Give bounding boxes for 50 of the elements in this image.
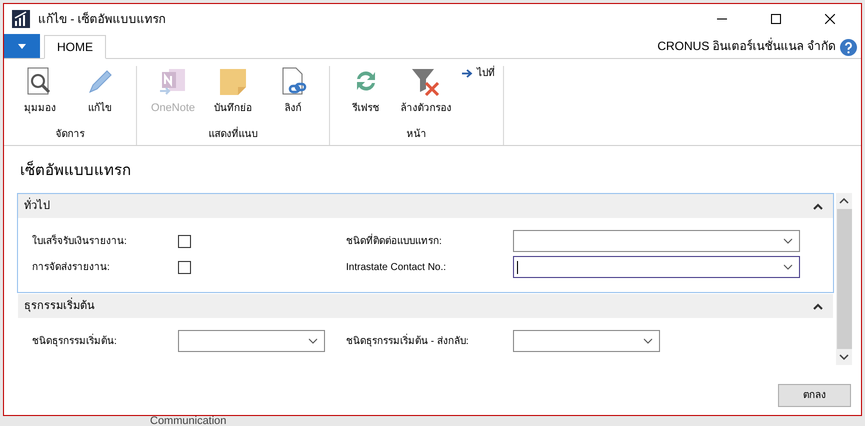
goto-button[interactable]: ไปที่ — [462, 66, 495, 80]
ribbon-group-label: หน้า — [406, 128, 426, 142]
window-title: แก้ไข - เซ็ตอัพแบบแทรก — [38, 10, 167, 28]
scrollbar[interactable] — [836, 193, 852, 365]
checkbox[interactable] — [178, 234, 191, 248]
checkbox[interactable] — [178, 260, 191, 274]
chevron-down-icon — [783, 238, 793, 244]
section-header[interactable]: ธุรกรรมเริ่มต้น — [18, 294, 833, 318]
field-label: ชนิดที่ติดต่อแบบแทรก: — [346, 234, 443, 248]
ok-button[interactable]: ตกลง — [778, 384, 851, 407]
ribbon-button[interactable]: ล้างตัวกรอง — [398, 66, 454, 115]
text-cursor — [517, 261, 518, 274]
collapse-icon — [813, 202, 823, 210]
dropdown-field[interactable] — [513, 230, 800, 252]
arrow-icon — [462, 68, 473, 78]
field-label: ใบเสร็จรับเงินรายงาน: — [32, 234, 128, 248]
ribbon-group-label: แสดงที่แนบ — [208, 127, 258, 145]
close-icon — [825, 14, 835, 24]
field-label: การจัดส่งรายงาน: — [32, 260, 111, 274]
help-icon[interactable] — [840, 39, 857, 56]
dropdown-field[interactable] — [513, 330, 660, 352]
field-label: ชนิดธุรกรรมเริ่มต้น - ส่งกลับ: — [346, 334, 470, 348]
section-header[interactable]: ทั่วไป — [18, 194, 833, 218]
ribbon-button[interactable]: รีเฟรช — [338, 66, 394, 115]
dropdown-arrow-icon — [18, 44, 26, 48]
clearfilter-icon — [410, 66, 442, 98]
ribbon-button: OneNote — [145, 66, 201, 115]
collapse-icon — [813, 302, 823, 310]
dropdown-field[interactable] — [178, 330, 325, 352]
chevron-down-icon — [308, 338, 318, 344]
scroll-thumb[interactable] — [836, 209, 852, 349]
chevron-down-icon — [783, 264, 793, 270]
company-name: CRONUS อินเตอร์เนชั่นแนล จำกัด — [657, 37, 836, 55]
note-icon — [217, 66, 249, 98]
ribbon-button[interactable]: ลิงก์ — [265, 66, 321, 115]
ribbon-button[interactable]: มุมมอง — [12, 66, 68, 115]
app-logo-icon — [12, 10, 30, 28]
ribbon-group-label: จัดการ — [56, 128, 84, 142]
ribbon-tab[interactable]: HOME — [44, 35, 106, 59]
chevron-down-icon — [643, 338, 653, 344]
ribbon-button[interactable]: แก้ไข — [72, 66, 128, 115]
field-label: ชนิดธุรกรรมเริ่มต้น: — [32, 334, 118, 348]
dropdown-field[interactable] — [513, 256, 800, 278]
page-title: เซ็ตอัพแบบแทรก — [19, 160, 132, 181]
app-menu-button[interactable] — [4, 34, 40, 58]
ribbon-button[interactable]: บันทึกย่อ — [205, 66, 261, 115]
field-label: Intrastate Contact No.: — [346, 260, 448, 274]
maximize-icon — [771, 14, 781, 24]
background-text: Communication — [150, 416, 226, 426]
minimize-icon — [717, 18, 727, 20]
